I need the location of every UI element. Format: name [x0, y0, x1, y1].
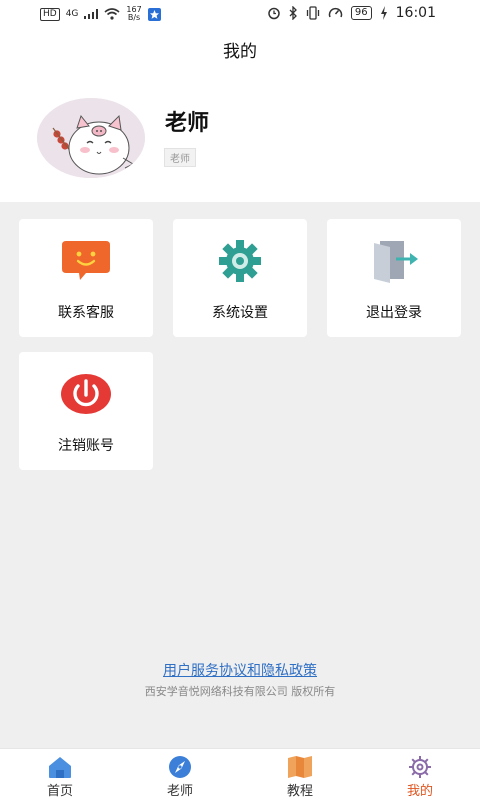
contact-support-card[interactable]: 联系客服	[19, 219, 153, 337]
signal-icon	[84, 9, 99, 19]
delete-account-label: 注销账号	[58, 438, 114, 454]
wifi-icon	[104, 8, 120, 20]
status-left: HD 4G 167 B/s	[40, 6, 161, 22]
avatar[interactable]	[37, 98, 145, 178]
page-title: 我的	[223, 42, 257, 62]
logout-card[interactable]: 退出登录	[327, 219, 461, 337]
status-right: 96 16:01	[267, 5, 436, 21]
home-icon	[49, 757, 71, 778]
tab-mine-label: 我的	[406, 784, 433, 799]
role-badge: 老师	[164, 148, 196, 167]
chat-smile-icon	[62, 241, 110, 280]
tab-teacher[interactable]: 老师	[120, 749, 240, 801]
system-settings-label: 系统设置	[212, 305, 268, 321]
compass-icon	[169, 756, 191, 778]
bluetooth-icon	[289, 6, 297, 20]
logout-door-icon	[374, 241, 418, 283]
tab-teacher-label: 老师	[166, 784, 193, 799]
status-bar: HD 4G 167 B/s 96 16:01	[0, 0, 480, 28]
power-icon	[61, 374, 111, 414]
hd-badge: HD	[40, 7, 60, 21]
gear-icon	[219, 240, 261, 282]
clock: 16:01	[395, 5, 436, 21]
tab-tutorial-label: 教程	[286, 784, 313, 799]
profile-header: 我的 老师 老师	[0, 28, 480, 202]
copyright-text: 西安学音悦网络科技有限公司 版权所有	[144, 685, 336, 698]
tab-home-label: 首页	[46, 784, 73, 799]
tab-mine[interactable]: 我的	[360, 749, 480, 801]
notification-app-icon	[147, 7, 161, 21]
battery-level: 96	[350, 6, 372, 20]
tab-tutorial[interactable]: 教程	[240, 749, 360, 801]
speedometer-icon	[328, 7, 343, 18]
charging-icon	[380, 6, 387, 20]
vibrate-icon	[306, 6, 320, 20]
book-icon	[288, 756, 312, 778]
ship-wheel-icon	[409, 756, 431, 778]
system-settings-card[interactable]: 系统设置	[173, 219, 307, 337]
bottom-tab-bar: 首页 老师 教程 我的	[0, 748, 480, 801]
profile-name: 老师	[165, 111, 210, 136]
alarm-icon	[268, 7, 280, 20]
agreement-privacy-link[interactable]: 用户服务协议和隐私政策	[0, 660, 480, 680]
network-type: 4G	[65, 9, 79, 19]
contact-support-label: 联系客服	[58, 305, 114, 321]
pig-avatar-image	[37, 98, 145, 178]
speed-unit: B/s	[127, 13, 141, 22]
network-speed: 167 B/s	[126, 6, 141, 22]
delete-account-card[interactable]: 注销账号	[19, 352, 153, 470]
tab-home[interactable]: 首页	[0, 749, 120, 801]
logout-label: 退出登录	[366, 305, 422, 321]
